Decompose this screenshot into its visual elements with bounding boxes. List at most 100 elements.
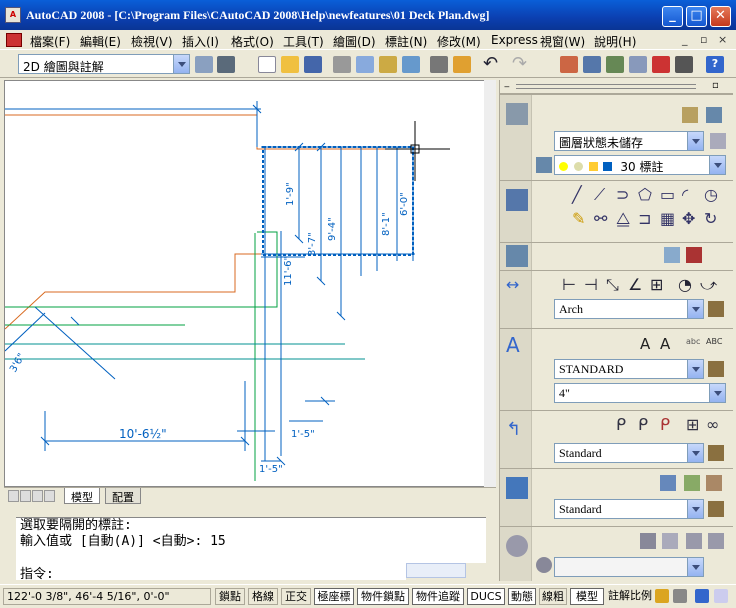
baseline-dim-icon[interactable]: ⊞	[650, 275, 663, 294]
toolbar-lock-icon[interactable]	[695, 589, 709, 603]
chevron-down-icon[interactable]	[709, 156, 725, 174]
3d-dwf-icon[interactable]	[402, 56, 420, 73]
dimstyle-dropdown[interactable]: Arch	[554, 299, 704, 319]
sheet-set-icon[interactable]	[629, 56, 647, 73]
pan-icon[interactable]	[640, 533, 656, 549]
mleaderstyle-manager-icon[interactable]	[708, 445, 724, 461]
rotate-icon[interactable]: ↻	[704, 209, 717, 228]
line-icon[interactable]: ╱	[572, 185, 582, 204]
download-data-icon[interactable]	[706, 475, 722, 491]
text-panel-icon[interactable]: A	[506, 333, 528, 357]
mirror-icon[interactable]: ⧋	[616, 209, 630, 229]
add-mleader-icon[interactable]: ᑭ	[638, 415, 648, 434]
new-file-icon[interactable]	[258, 56, 276, 73]
copy-icon[interactable]: ⚯	[594, 209, 607, 228]
open-file-icon[interactable]	[281, 56, 299, 73]
textstyle-manager-icon[interactable]	[708, 361, 724, 377]
offset-icon[interactable]: ⊐	[638, 209, 651, 228]
linear-dim-icon[interactable]: ⊢	[562, 275, 576, 294]
layers-icon[interactable]	[506, 103, 528, 125]
save-icon[interactable]	[304, 56, 322, 73]
mleader-panel-icon[interactable]: ↰	[506, 419, 528, 441]
quick-dim-icon[interactable]: ⤻	[700, 275, 717, 295]
layer-make-current-icon[interactable]	[536, 157, 552, 173]
array-icon[interactable]: ▦	[660, 209, 675, 228]
textstyle-dropdown[interactable]: STANDARD	[554, 359, 704, 379]
document-icon[interactable]	[6, 33, 22, 47]
navigation-panel-icon[interactable]	[506, 535, 528, 557]
ortho-toggle[interactable]: 正交	[281, 588, 311, 605]
menu-format[interactable]: 格式(O)	[231, 33, 274, 50]
properties-icon[interactable]	[583, 56, 601, 73]
command-scrollbar[interactable]	[406, 563, 466, 578]
annotation-visibility-icon[interactable]	[673, 589, 687, 603]
otrack-toggle[interactable]: 物件追蹤	[412, 588, 464, 605]
plot-icon[interactable]	[333, 56, 351, 73]
redo-icon[interactable]: ↷	[512, 55, 530, 73]
leader-panel-icon[interactable]	[506, 245, 528, 267]
dyn-toggle[interactable]: 動態	[508, 588, 536, 605]
construction-line-icon[interactable]: ⟋	[594, 185, 605, 205]
first-tab-button[interactable]	[8, 490, 19, 502]
erase-icon[interactable]: ✎	[572, 209, 585, 228]
command-prompt[interactable]: 指令:	[16, 562, 406, 582]
single-line-text-icon[interactable]: A	[660, 335, 670, 353]
menu-modify[interactable]: 修改(M)	[437, 33, 481, 50]
cut-icon[interactable]	[430, 56, 448, 73]
tab-layout[interactable]: 配置	[105, 488, 141, 504]
aligned-dim-icon[interactable]: ⤡	[606, 275, 619, 295]
drawing-canvas[interactable]: 1'-9" 6'-0" 3'-7" 9'-4" 8'-1" 11'-6" 10'…	[4, 80, 496, 487]
menu-help[interactable]: 說明(H)	[594, 33, 636, 50]
mleader-icon[interactable]: ᑭ	[616, 415, 626, 434]
calculator-icon[interactable]	[675, 56, 693, 73]
tablestyle-dropdown[interactable]: Standard	[554, 499, 704, 519]
rectangle-icon[interactable]: ▭	[660, 185, 675, 204]
coordinate-readout[interactable]: 122'-0 3/8", 46'-4 5/16", 0'-0"	[3, 588, 211, 605]
palette-options-icon[interactable]: ▫	[712, 80, 719, 91]
match-properties-icon[interactable]	[453, 56, 471, 73]
layer-states-icon[interactable]	[706, 107, 722, 123]
doc-minimize-button[interactable]: _	[682, 33, 688, 46]
table-panel-icon[interactable]	[506, 477, 528, 499]
publish-icon[interactable]	[379, 56, 397, 73]
menu-view[interactable]: 檢視(V)	[131, 33, 173, 50]
continue-dim-icon[interactable]: ⊣	[584, 275, 598, 294]
menu-tools[interactable]: 工具(T)	[283, 33, 324, 50]
next-tab-button[interactable]	[32, 490, 43, 502]
minimize-button[interactable]: _	[662, 6, 683, 27]
menu-insert[interactable]: 插入(I)	[182, 33, 219, 50]
table-icon[interactable]	[660, 475, 676, 491]
clean-screen-icon[interactable]	[714, 589, 728, 603]
dimstyle-manager-icon[interactable]	[708, 301, 724, 317]
plot-preview-icon[interactable]	[356, 56, 374, 73]
palette-grip[interactable]	[516, 84, 696, 89]
menu-dimension[interactable]: 標註(N)	[385, 33, 427, 50]
zoom-realtime-icon[interactable]	[662, 533, 678, 549]
lineweight-toggle[interactable]: 線粗	[539, 588, 567, 605]
undo-icon[interactable]: ↶	[483, 55, 501, 73]
remove-leader-icon[interactable]	[686, 247, 702, 263]
autocad-app-icon[interactable]: A	[5, 7, 21, 23]
polyline-icon[interactable]: ⊃	[616, 185, 629, 204]
arc-icon[interactable]: ◜	[682, 185, 688, 204]
angular-dim-icon[interactable]: ∠	[628, 275, 642, 294]
orbit-icon[interactable]	[536, 557, 552, 573]
spell-check-icon[interactable]: abc	[686, 337, 700, 346]
chevron-down-icon[interactable]	[687, 444, 703, 462]
markup-icon[interactable]	[652, 56, 670, 73]
tool-palettes-icon[interactable]	[606, 56, 624, 73]
menu-file[interactable]: 檔案(F)	[30, 33, 70, 50]
ducs-toggle[interactable]: DUCS	[467, 588, 505, 605]
menu-express[interactable]: Express	[491, 33, 538, 47]
align-mleader-icon[interactable]: ⊞	[686, 415, 699, 434]
doc-restore-button[interactable]: ▫	[700, 33, 707, 46]
chevron-down-icon[interactable]	[687, 500, 703, 518]
add-leader-icon[interactable]	[664, 247, 680, 263]
circle-icon[interactable]: ◷	[704, 185, 718, 204]
radius-dim-icon[interactable]: ◔	[678, 275, 692, 294]
chevron-down-icon[interactable]	[687, 360, 703, 378]
chevron-down-icon[interactable]	[687, 132, 703, 150]
multiline-text-icon[interactable]: A	[640, 335, 650, 353]
mleaderstyle-dropdown[interactable]: Standard	[554, 443, 704, 463]
prev-tab-button[interactable]	[20, 490, 31, 502]
